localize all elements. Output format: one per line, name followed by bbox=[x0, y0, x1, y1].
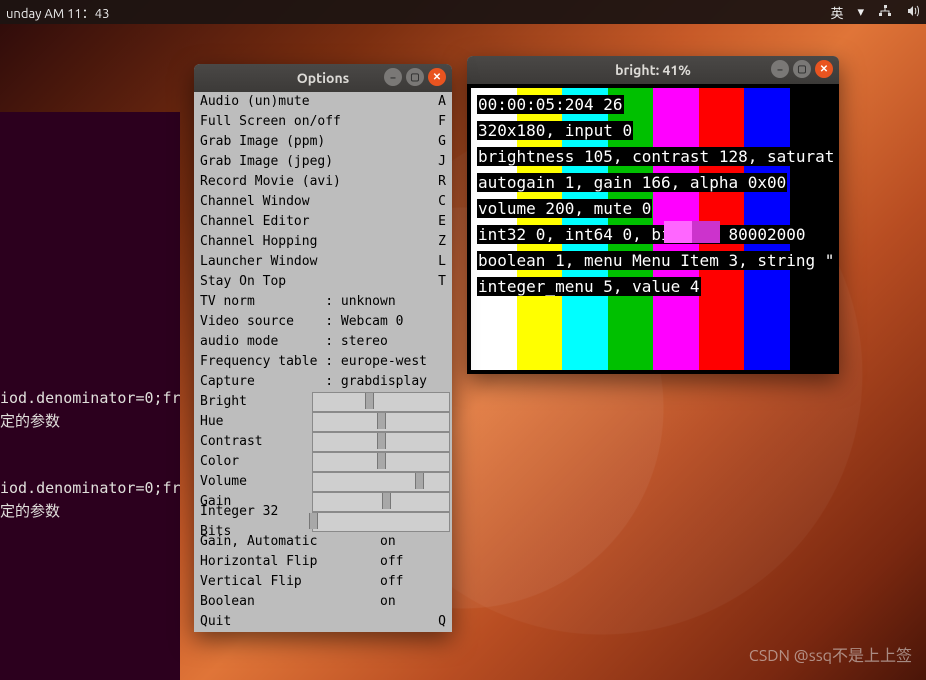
minimize-button[interactable]: – bbox=[384, 68, 402, 86]
close-button[interactable]: ✕ bbox=[815, 60, 833, 78]
desktop: iod.denominator=0;fram 定的参数 iod.denomina… bbox=[0, 0, 926, 680]
video-window-titlebar[interactable]: bright: 41% – ▢ ✕ bbox=[467, 56, 839, 84]
slider-contrast[interactable]: Contrast bbox=[194, 432, 452, 452]
menu-item-audio-un-mute[interactable]: Audio (un)muteA bbox=[194, 92, 452, 112]
menu-item-quit[interactable]: QuitQ bbox=[194, 612, 452, 632]
menu-item-record-movie-avi-[interactable]: Record Movie (avi)R bbox=[194, 172, 452, 192]
watermark: CSDN @ssq不是上上签 bbox=[749, 642, 912, 666]
toggle-gain-automatic[interactable]: Gain, Automaticon bbox=[194, 532, 452, 552]
video-window-title: bright: 41% bbox=[615, 62, 691, 78]
input-dropdown-icon[interactable]: ▾ bbox=[857, 5, 864, 20]
menu-item-full-screen-on-off[interactable]: Full Screen on/offF bbox=[194, 112, 452, 132]
video-preview-window: bright: 41% – ▢ ✕ 00:00:05:204 26 320x18… bbox=[467, 56, 839, 374]
color-bars: 00:00:05:204 26 320x180, input 0 brightn… bbox=[471, 88, 835, 370]
options-menu-body: Audio (un)muteAFull Screen on/offFGrab I… bbox=[194, 92, 452, 632]
setting-frequency-table[interactable]: Frequency table : europe-west bbox=[194, 352, 452, 372]
slider-volume[interactable]: Volume bbox=[194, 472, 452, 492]
slider-integer-32-bits[interactable]: Integer 32 Bits bbox=[194, 512, 452, 532]
network-icon[interactable] bbox=[878, 4, 892, 21]
menu-item-grab-image-ppm-[interactable]: Grab Image (ppm)G bbox=[194, 132, 452, 152]
toggle-boolean[interactable]: Booleanon bbox=[194, 592, 452, 612]
options-window: Options – ▢ ✕ Audio (un)muteAFull Screen… bbox=[194, 64, 452, 632]
setting-video-source[interactable]: Video source : Webcam 0 bbox=[194, 312, 452, 332]
minimize-button[interactable]: – bbox=[771, 60, 789, 78]
menu-item-channel-hopping[interactable]: Channel HoppingZ bbox=[194, 232, 452, 252]
close-button[interactable]: ✕ bbox=[428, 68, 446, 86]
video-overlay-text: 00:00:05:204 26 320x180, input 0 brightn… bbox=[477, 92, 835, 300]
input-method-indicator[interactable]: 英 bbox=[830, 3, 843, 22]
menu-item-grab-image-jpeg-[interactable]: Grab Image (jpeg)J bbox=[194, 152, 452, 172]
menu-item-channel-window[interactable]: Channel WindowC bbox=[194, 192, 452, 212]
clock: unday AM 11：43 bbox=[6, 3, 109, 22]
toggle-horizontal-flip[interactable]: Horizontal Flipoff bbox=[194, 552, 452, 572]
maximize-button[interactable]: ▢ bbox=[406, 68, 424, 86]
volume-icon[interactable] bbox=[906, 4, 920, 21]
menu-item-stay-on-top[interactable]: Stay On TopT bbox=[194, 272, 452, 292]
slider-color[interactable]: Color bbox=[194, 452, 452, 472]
options-titlebar[interactable]: Options – ▢ ✕ bbox=[194, 64, 452, 92]
slider-hue[interactable]: Hue bbox=[194, 412, 452, 432]
setting-capture[interactable]: Capture : grabdisplay bbox=[194, 372, 452, 392]
overlay-indicator bbox=[664, 221, 720, 243]
slider-bright[interactable]: Bright bbox=[194, 392, 452, 412]
video-preview-body: 00:00:05:204 26 320x180, input 0 brightn… bbox=[467, 84, 839, 374]
setting-tv-norm[interactable]: TV norm : unknown bbox=[194, 292, 452, 312]
options-window-title: Options bbox=[297, 70, 350, 86]
setting-audio-mode[interactable]: audio mode : stereo bbox=[194, 332, 452, 352]
background-terminal: iod.denominator=0;fram 定的参数 iod.denomina… bbox=[0, 112, 180, 680]
top-menu-bar: unday AM 11：43 英 ▾ bbox=[0, 0, 926, 24]
menu-item-channel-editor[interactable]: Channel EditorE bbox=[194, 212, 452, 232]
toggle-vertical-flip[interactable]: Vertical Flipoff bbox=[194, 572, 452, 592]
menu-item-launcher-window[interactable]: Launcher WindowL bbox=[194, 252, 452, 272]
maximize-button[interactable]: ▢ bbox=[793, 60, 811, 78]
